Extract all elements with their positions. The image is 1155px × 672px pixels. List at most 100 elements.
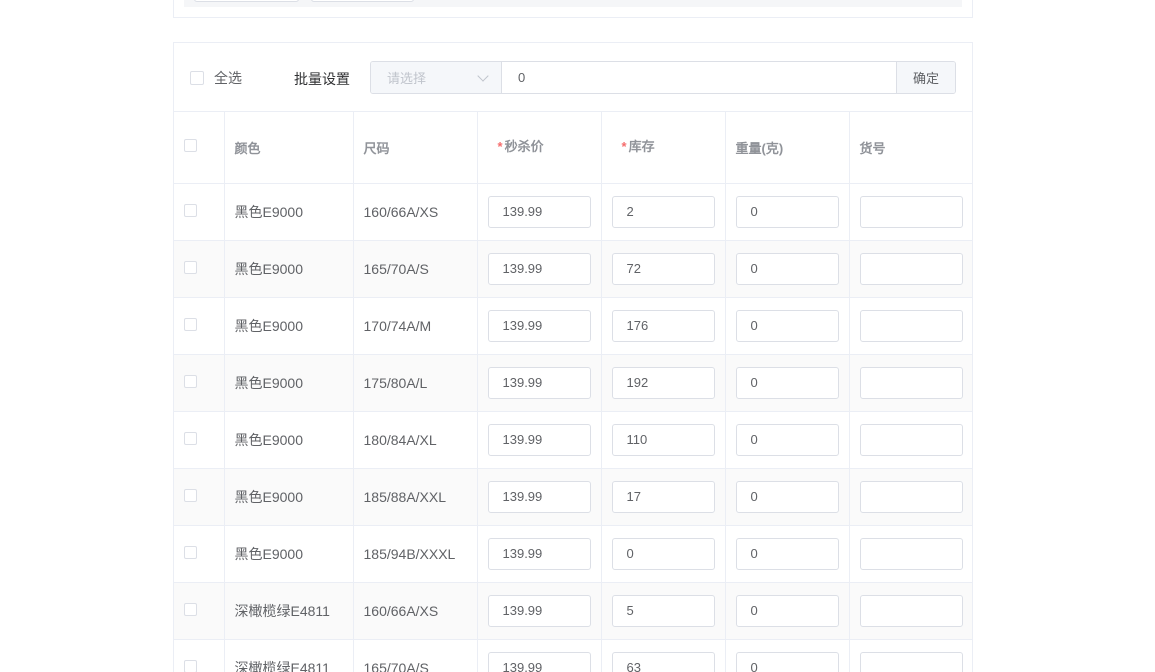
stock-input[interactable] — [611, 594, 715, 627]
batch-input-group: 请选择 确定 — [370, 61, 956, 94]
stock-input[interactable] — [611, 252, 715, 285]
required-mark: * — [497, 139, 503, 154]
sku-input[interactable] — [859, 309, 963, 342]
header-weight: 重量(克) — [725, 112, 850, 184]
weight-input[interactable] — [735, 195, 839, 228]
row-checkbox-cell — [174, 525, 225, 583]
cell-sku — [849, 468, 972, 526]
sku-input[interactable] — [859, 252, 963, 285]
cell-weight — [725, 240, 850, 298]
sku-input[interactable] — [859, 594, 963, 627]
batch-confirm-button[interactable]: 确定 — [896, 62, 955, 93]
weight-input[interactable] — [735, 252, 839, 285]
cell-size: 175/80A/L — [353, 354, 478, 412]
header-color: 颜色 — [224, 112, 354, 184]
price-input[interactable] — [487, 195, 591, 228]
cell-sku — [849, 354, 972, 412]
cell-weight — [725, 525, 850, 583]
weight-input[interactable] — [735, 309, 839, 342]
sku-input[interactable] — [859, 366, 963, 399]
price-input[interactable] — [487, 309, 591, 342]
header-stock-label: 库存 — [628, 139, 655, 154]
cell-price — [477, 582, 602, 640]
stock-input[interactable] — [611, 651, 715, 672]
stock-input[interactable] — [611, 537, 715, 570]
price-input[interactable] — [487, 594, 591, 627]
stock-input[interactable] — [611, 480, 715, 513]
checkbox-icon[interactable] — [184, 260, 197, 274]
batch-field-select[interactable]: 请选择 — [371, 62, 502, 93]
cell-stock — [601, 297, 726, 355]
table-header-row: 颜色 尺码 * 秒杀价 * 库存 重量(克) 货号 — [174, 112, 972, 184]
batch-settings-bar: 全选 批量设置 请选择 确定 — [174, 43, 972, 112]
sku-card: 全选 批量设置 请选择 确定 颜色 尺码 *秒杀价 — [173, 42, 973, 672]
top-filter-panel-body — [184, 0, 962, 7]
table-row: 深橄榄绿E4811 165/70A/S — [174, 639, 972, 672]
batch-select-placeholder: 请选择 — [387, 71, 427, 86]
cell-weight — [725, 468, 850, 526]
checkbox-icon[interactable] — [190, 71, 204, 85]
cell-sku — [849, 183, 972, 241]
stock-input[interactable] — [611, 366, 715, 399]
sku-input[interactable] — [859, 651, 963, 672]
price-input[interactable] — [487, 366, 591, 399]
row-checkbox-cell — [174, 639, 225, 672]
cell-size: 180/84A/XL — [353, 411, 478, 469]
required-mark: * — [621, 139, 627, 154]
select-all-checkbox[interactable]: 全选 — [190, 68, 242, 88]
price-input[interactable] — [487, 252, 591, 285]
batch-value-input[interactable] — [502, 62, 896, 93]
top-filter-control-1[interactable] — [194, 0, 299, 2]
sku-input[interactable] — [859, 480, 963, 513]
weight-input[interactable] — [735, 651, 839, 672]
stock-input[interactable] — [611, 423, 715, 456]
cell-stock — [601, 468, 726, 526]
header-price-label: 秒杀价 — [504, 139, 544, 154]
row-checkbox-cell — [174, 582, 225, 640]
header-size: 尺码 — [353, 112, 478, 184]
row-checkbox-cell — [174, 240, 225, 298]
checkbox-icon[interactable] — [184, 139, 197, 153]
cell-weight — [725, 183, 850, 241]
stock-input[interactable] — [611, 195, 715, 228]
table-row: 黑色E9000 185/88A/XXL — [174, 468, 972, 526]
checkbox-icon[interactable] — [184, 602, 197, 616]
sku-input[interactable] — [859, 195, 963, 228]
cell-weight — [725, 639, 850, 672]
weight-input[interactable] — [735, 594, 839, 627]
cell-stock — [601, 411, 726, 469]
top-filter-control-2[interactable] — [311, 0, 414, 2]
cell-color: 黑色E9000 — [224, 240, 354, 298]
price-input[interactable] — [487, 651, 591, 672]
row-checkbox-cell — [174, 354, 225, 412]
stock-input[interactable] — [611, 309, 715, 342]
table-row: 黑色E9000 175/80A/L — [174, 354, 972, 412]
cell-sku — [849, 639, 972, 672]
checkbox-icon[interactable] — [184, 488, 197, 502]
checkbox-icon[interactable] — [184, 659, 197, 672]
weight-input[interactable] — [735, 423, 839, 456]
checkbox-icon[interactable] — [184, 374, 197, 388]
checkbox-icon[interactable] — [184, 431, 197, 445]
cell-weight — [725, 582, 850, 640]
price-input[interactable] — [487, 537, 591, 570]
cell-color: 黑色E9000 — [224, 354, 354, 412]
row-checkbox-cell — [174, 183, 225, 241]
cell-size: 185/94B/XXXL — [353, 525, 478, 583]
cell-size: 165/70A/S — [353, 639, 478, 672]
checkbox-icon[interactable] — [184, 545, 197, 559]
price-input[interactable] — [487, 480, 591, 513]
checkbox-icon[interactable] — [184, 203, 197, 217]
price-input[interactable] — [487, 423, 591, 456]
checkbox-icon[interactable] — [184, 317, 197, 331]
row-checkbox-cell — [174, 468, 225, 526]
sku-input[interactable] — [859, 423, 963, 456]
weight-input[interactable] — [735, 366, 839, 399]
weight-input[interactable] — [735, 480, 839, 513]
cell-color: 黑色E9000 — [224, 297, 354, 355]
sku-input[interactable] — [859, 537, 963, 570]
cell-stock — [601, 639, 726, 672]
weight-input[interactable] — [735, 537, 839, 570]
cell-price — [477, 468, 602, 526]
batch-settings-label: 批量设置 — [294, 71, 350, 87]
